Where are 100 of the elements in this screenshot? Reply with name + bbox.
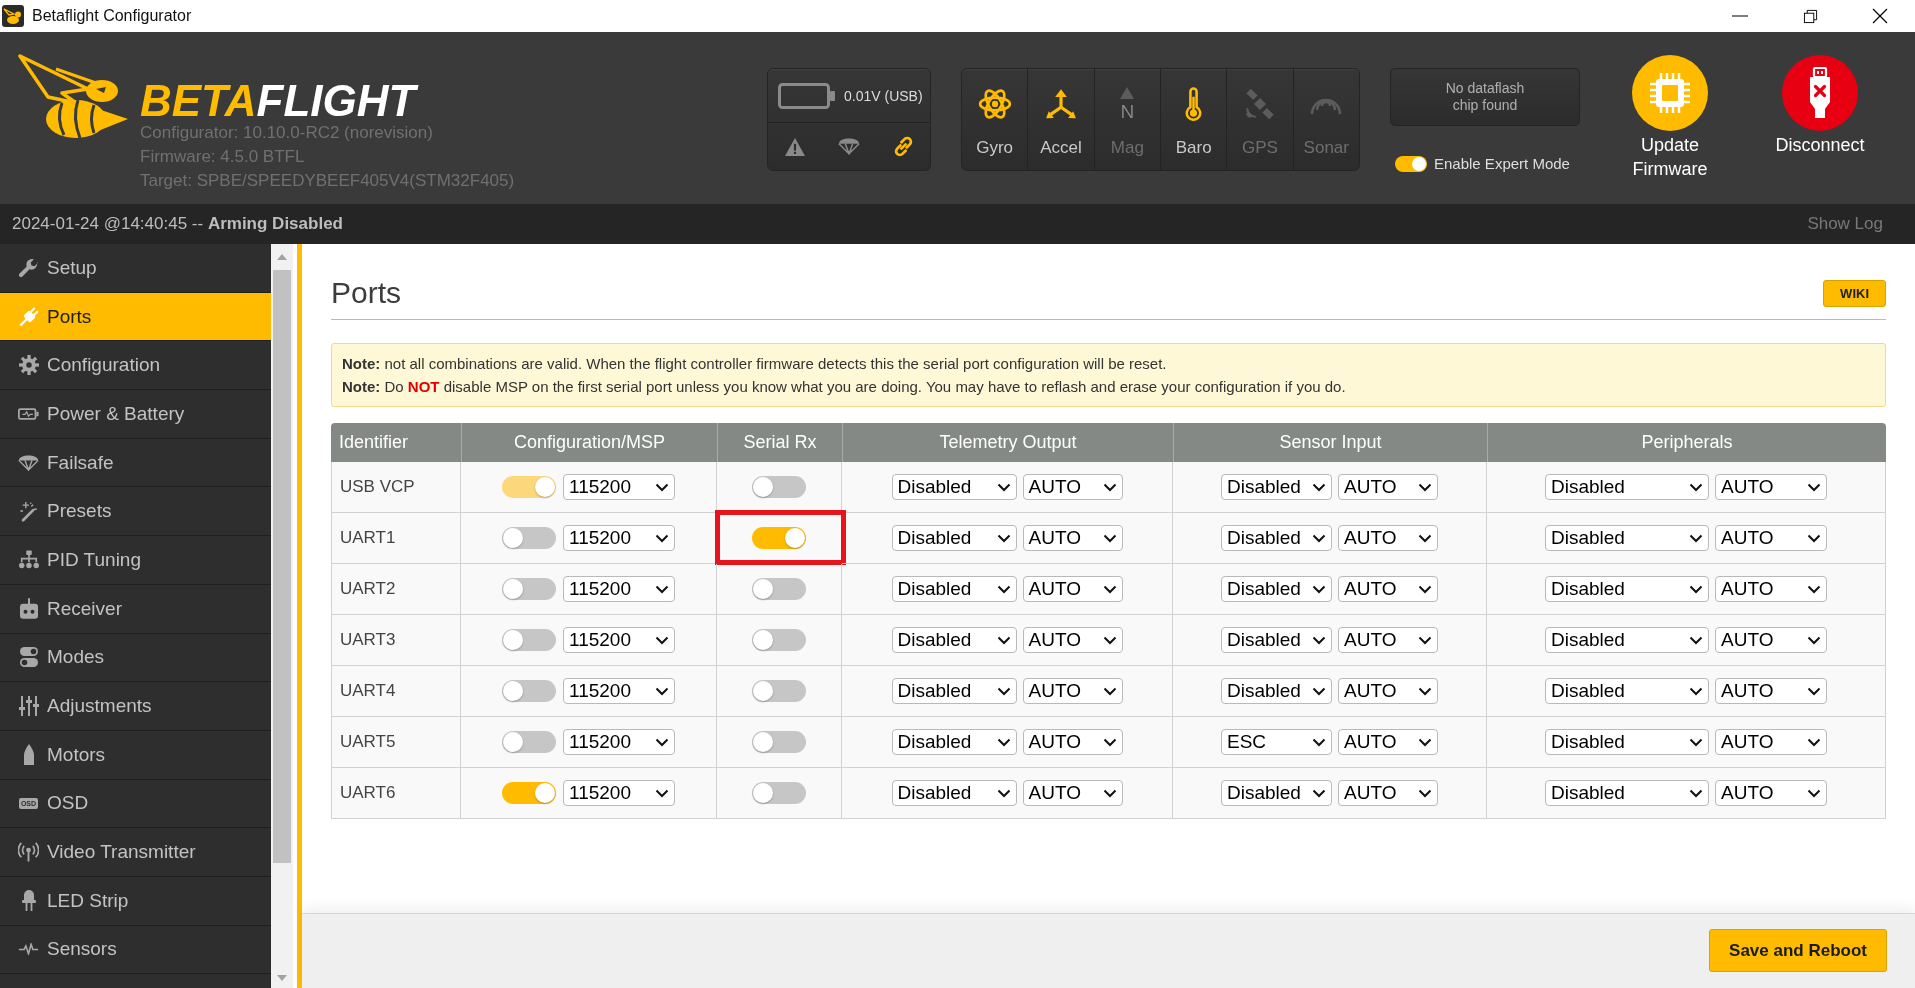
column-header: Identifier — [331, 423, 461, 462]
telemetry-select[interactable]: Disabled — [891, 525, 1017, 551]
toggle-switch[interactable] — [751, 680, 806, 702]
toggle-switch[interactable] — [751, 578, 806, 600]
sensor-select[interactable]: Disabled — [1221, 627, 1332, 653]
telemetry-rate-select[interactable]: AUTO — [1022, 525, 1123, 551]
sensor-select[interactable]: ESC — [1221, 729, 1332, 755]
table-cell: UART6 — [331, 768, 461, 819]
toggle-switch[interactable] — [751, 782, 806, 804]
bee-logo-icon — [18, 53, 128, 141]
chevron-down-icon — [1807, 635, 1821, 645]
telemetry-select[interactable]: Disabled — [891, 678, 1017, 704]
peripheral-rate-select[interactable]: AUTO — [1715, 474, 1827, 500]
chevron-down-icon — [1689, 482, 1703, 492]
toggle-switch[interactable] — [502, 629, 556, 651]
chevron-down-icon — [655, 737, 669, 747]
baud-rate-select[interactable]: 115200 — [563, 780, 675, 806]
save-and-reboot-button[interactable]: Save and Reboot — [1709, 929, 1887, 972]
update-firmware-button[interactable]: Update Firmware — [1620, 55, 1720, 181]
chevron-down-icon — [1689, 737, 1703, 747]
baud-rate-select[interactable]: 115200 — [563, 474, 675, 500]
baud-rate-select[interactable]: 115200 — [563, 525, 675, 551]
telemetry-rate-select[interactable]: AUTO — [1022, 729, 1123, 755]
expert-mode-toggle[interactable] — [1395, 155, 1427, 172]
peripheral-select[interactable]: Disabled — [1545, 576, 1709, 602]
peripheral-rate-select[interactable]: AUTO — [1715, 576, 1827, 602]
chevron-down-icon — [1418, 533, 1432, 543]
toggle-switch[interactable] — [502, 731, 556, 753]
chevron-down-icon — [1807, 737, 1821, 747]
sidebar-item[interactable]: Modes — [0, 633, 271, 683]
toggle-switch[interactable] — [751, 476, 806, 498]
status-text: 2024-01-24 @14:40:45 -- Arming Disabled — [12, 214, 343, 234]
sidebar-item[interactable]: Configuration — [0, 341, 271, 391]
sensor-select[interactable]: Disabled — [1221, 678, 1332, 704]
pulse-icon — [18, 943, 39, 956]
sensor-rate-select[interactable]: AUTO — [1338, 627, 1438, 653]
disconnect-button[interactable]: Disconnect — [1770, 55, 1870, 157]
toggle-switch[interactable] — [502, 782, 556, 804]
baud-rate-select[interactable]: 115200 — [563, 627, 675, 653]
peripheral-select[interactable]: Disabled — [1545, 678, 1709, 704]
baud-rate-select[interactable]: 115200 — [563, 678, 675, 704]
chevron-down-icon — [996, 686, 1011, 696]
sensor-rate-select[interactable]: AUTO — [1338, 474, 1438, 500]
peripheral-select[interactable]: Disabled — [1545, 627, 1709, 653]
toggle-switch[interactable] — [751, 629, 806, 651]
sensor-rate-select[interactable]: AUTO — [1338, 576, 1438, 602]
chevron-down-icon — [1312, 788, 1326, 798]
peripheral-rate-select[interactable]: AUTO — [1715, 627, 1827, 653]
chip-icon — [1632, 55, 1708, 131]
toggle-switch[interactable] — [502, 527, 556, 549]
sidebar-item[interactable]: Motors — [0, 730, 271, 780]
peripheral-select[interactable]: Disabled — [1545, 474, 1709, 500]
minimize-icon — [1732, 15, 1748, 17]
column-header: Sensor Input — [1173, 423, 1487, 462]
sensor-select[interactable]: Disabled — [1221, 780, 1332, 806]
toggle-switch[interactable] — [502, 578, 556, 600]
telemetry-rate-select[interactable]: AUTO — [1022, 576, 1123, 602]
gear-icon — [18, 355, 39, 376]
scrollbar-thumb[interactable] — [273, 270, 291, 863]
peripheral-rate-select[interactable]: AUTO — [1715, 678, 1827, 704]
note-text: Note: not all combinations are valid. When the flight controller firmware detects this the serial port configuration will be reset. — [342, 354, 1168, 374]
peripheral-select[interactable]: Disabled — [1545, 729, 1709, 755]
sidebar-item[interactable]: Adjustments — [0, 682, 271, 731]
telemetry-rate-select[interactable]: AUTO — [1022, 780, 1123, 806]
peripheral-rate-select[interactable]: AUTO — [1715, 780, 1827, 806]
baud-rate-select[interactable]: 115200 — [563, 576, 675, 602]
toggle-switch[interactable] — [502, 680, 556, 702]
sliders-icon — [18, 696, 39, 717]
wiki-button[interactable]: WIKI — [1823, 279, 1886, 307]
telemetry-select[interactable]: Disabled — [891, 576, 1017, 602]
telemetry-select[interactable]: Disabled — [891, 729, 1017, 755]
toggle-switch[interactable] — [751, 527, 806, 549]
hierarchy-icon — [18, 550, 39, 570]
telemetry-select[interactable]: Disabled — [891, 474, 1017, 500]
peripheral-rate-select[interactable]: AUTO — [1715, 525, 1827, 551]
chevron-down-icon — [996, 584, 1011, 594]
sensor-rate-select[interactable]: AUTO — [1338, 678, 1438, 704]
baud-rate-select[interactable]: 115200 — [563, 729, 675, 755]
telemetry-rate-select[interactable]: AUTO — [1022, 474, 1123, 500]
toggle-switch[interactable] — [751, 731, 806, 753]
chevron-down-icon — [1418, 788, 1432, 798]
sensor-rate-select[interactable]: AUTO — [1338, 780, 1438, 806]
window-title: Betaflight Configurator — [32, 7, 193, 25]
chevron-down-icon — [1689, 635, 1703, 645]
telemetry-rate-select[interactable]: AUTO — [1022, 678, 1123, 704]
app-icon — [2, 5, 24, 27]
chevron-down-icon — [996, 737, 1011, 747]
telemetry-select[interactable]: Disabled — [891, 627, 1017, 653]
sensor-rate-select[interactable]: AUTO — [1338, 525, 1438, 551]
telemetry-select[interactable]: Disabled — [891, 780, 1017, 806]
telemetry-rate-select[interactable]: AUTO — [1022, 627, 1123, 653]
peripheral-select[interactable]: Disabled — [1545, 525, 1709, 551]
sensor-select[interactable]: Disabled — [1221, 576, 1332, 602]
sidebar-item[interactable]: Receiver — [0, 584, 271, 634]
sidebar-item[interactable]: Ports — [0, 292, 271, 342]
sensor-rate-select[interactable]: AUTO — [1338, 729, 1438, 755]
sensor-select[interactable]: Disabled — [1221, 474, 1332, 500]
peripheral-rate-select[interactable]: AUTO — [1715, 729, 1827, 755]
sensor-select[interactable]: Disabled — [1221, 525, 1332, 551]
peripheral-select[interactable]: Disabled — [1545, 780, 1709, 806]
